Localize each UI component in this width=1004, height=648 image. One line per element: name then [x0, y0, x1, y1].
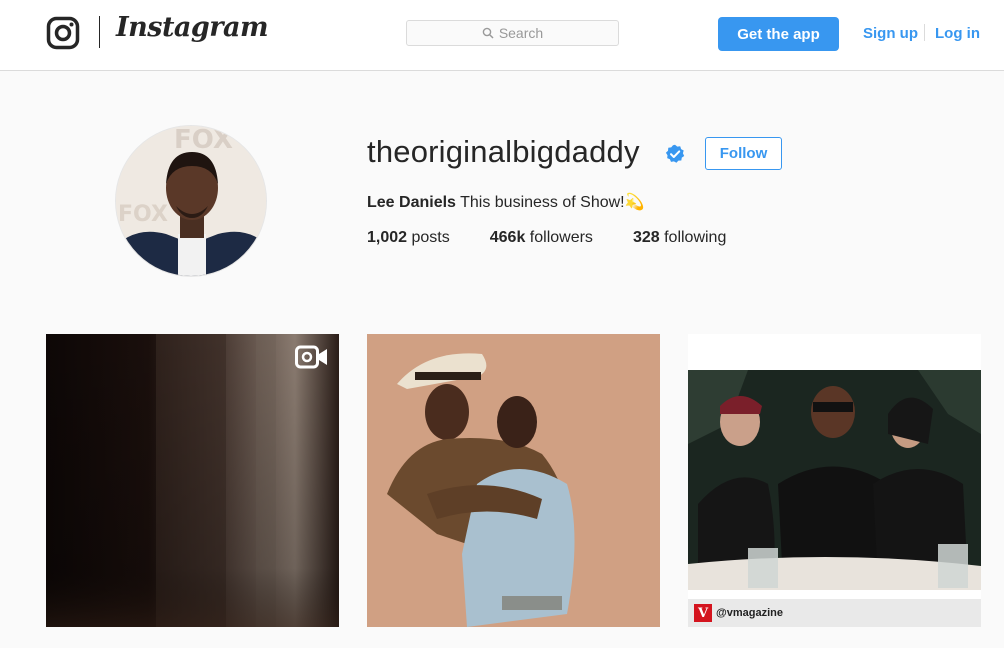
svg-text:FOX: FOX	[118, 202, 168, 227]
profile-bio-text: This business of Show!💫	[460, 194, 645, 211]
post-thumbnail-video[interactable]	[46, 334, 339, 627]
post-caption-bar: V @vmagazine	[688, 599, 981, 627]
log-in-link[interactable]: Log in	[935, 25, 980, 42]
sign-up-link[interactable]: Sign up	[863, 25, 918, 42]
verified-badge-icon	[665, 144, 685, 163]
post-image	[688, 334, 981, 627]
post-image	[46, 334, 339, 627]
search-placeholder: Search	[498, 25, 544, 41]
following-count: 328	[632, 229, 660, 246]
profile-full-name: Lee Daniels	[367, 194, 456, 211]
get-the-app-button[interactable]: Get the app	[718, 17, 839, 51]
avatar-image: FOX FOX	[116, 126, 266, 276]
post-caption: @vmagazine	[716, 607, 783, 619]
auth-separator	[924, 24, 925, 41]
profile-avatar[interactable]: FOX FOX	[115, 125, 267, 277]
video-camera-icon	[295, 345, 327, 369]
post-image	[367, 334, 660, 627]
search-icon	[482, 27, 494, 39]
top-nav: Instagram Search Get the app Sign up Log…	[0, 0, 1004, 71]
profile-username: theoriginalbigdaddy	[367, 134, 640, 169]
posts-stat: 1,002 posts	[367, 229, 450, 247]
profile-stats: 1,002 posts 466k followers 328 following	[367, 229, 766, 247]
instagram-camera-icon[interactable]	[46, 16, 80, 50]
instagram-wordmark[interactable]: Instagram	[116, 12, 269, 43]
followers-stat[interactable]: 466k followers	[490, 229, 593, 247]
svg-text:FOX: FOX	[174, 126, 233, 155]
following-label: following	[664, 229, 727, 246]
logo-divider	[99, 16, 100, 48]
post-thumbnail-photo[interactable]	[367, 334, 660, 627]
vmagazine-logo: V	[694, 604, 712, 622]
profile-bio: Lee Daniels This business of Show!💫	[367, 192, 645, 212]
posts-label: posts	[411, 229, 450, 246]
post-thumbnail-photo[interactable]: V @vmagazine	[688, 334, 981, 627]
posts-count: 1,002	[367, 229, 408, 246]
following-stat[interactable]: 328 following	[633, 229, 726, 247]
followers-count: 466k	[489, 229, 526, 246]
follow-button[interactable]: Follow	[705, 137, 782, 170]
search-input[interactable]: Search	[406, 20, 619, 46]
followers-label: followers	[529, 229, 593, 246]
